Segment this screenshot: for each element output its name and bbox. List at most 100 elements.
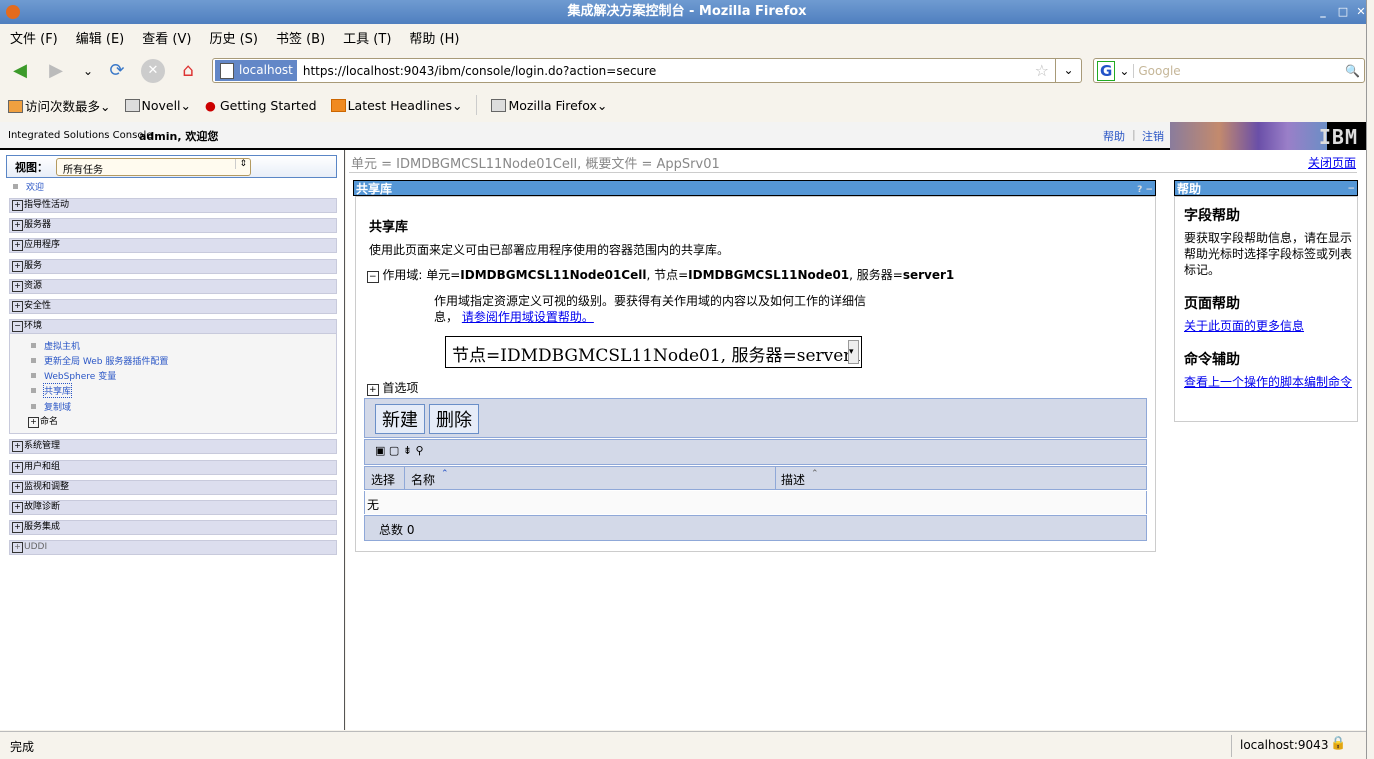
bookmark-novell[interactable]: Novell⌄	[124, 97, 191, 113]
console-header: Integrated Solutions Console admin, 欢迎您 …	[0, 122, 1366, 150]
back-button[interactable]: ◀	[8, 59, 32, 83]
scope-select[interactable]: 节点=IDMDBGMCSL11Node01, 服务器=server1 ▾	[445, 336, 862, 368]
lock-icon[interactable]: 🔒	[1330, 736, 1346, 751]
page-help-link[interactable]: 关于此页面的更多信息	[1184, 318, 1354, 334]
panel-help-minimize-icons[interactable]: ? −	[1137, 182, 1153, 198]
menu-file[interactable]: 文件 (F)	[10, 28, 58, 47]
menu-help[interactable]: 帮助 (H)	[409, 28, 459, 47]
window-title: 集成解决方案控制台 - Mozilla Firefox	[567, 4, 807, 19]
collapse-icon[interactable]: −	[367, 271, 379, 283]
select-all-icon[interactable]: ▣	[375, 444, 385, 457]
divider: |	[1132, 128, 1136, 141]
col-name[interactable]: 名称	[411, 471, 435, 488]
table-tools: ▣ ▢ ⇟ ⚲	[364, 439, 1147, 465]
panel-header: 共享库 ? −	[353, 180, 1156, 196]
history-dropdown-icon[interactable]: ⌄	[76, 59, 100, 83]
stop-button[interactable]: ✕	[141, 59, 165, 83]
scope-help-link[interactable]: 请参阅作用域设置帮助。	[462, 310, 594, 324]
minimize-icon[interactable]: −	[1347, 181, 1355, 197]
nav-naming[interactable]: 命名	[26, 416, 226, 431]
command-assist-link[interactable]: 查看上一个操作的脚本编制命令	[1184, 374, 1354, 390]
bookmark-latest-headlines[interactable]: Latest Headlines⌄	[330, 97, 462, 113]
minimize-button[interactable]: _	[1316, 5, 1330, 19]
preferences-toggle[interactable]: + 首选项	[367, 379, 418, 396]
nav-users-groups[interactable]: 用户和组	[9, 460, 337, 475]
search-bar[interactable]: G ⌄ Google 🔍	[1093, 58, 1365, 83]
engine-dropdown-icon[interactable]: ⌄	[1115, 63, 1135, 78]
new-button[interactable]: 新建	[375, 404, 425, 434]
page-help-title: 页面帮助	[1184, 296, 1240, 312]
nav-welcome[interactable]: 欢迎	[12, 180, 44, 193]
status-host: localhost:9043	[1240, 738, 1329, 752]
nav-virtual-hosts[interactable]: 虚拟主机	[30, 339, 80, 352]
bookmark-star-icon[interactable]: ☆	[1035, 61, 1055, 80]
search-icon[interactable]: 🔍	[1345, 64, 1364, 78]
help-panel-header: 帮助 −	[1174, 180, 1358, 196]
menu-bookmarks[interactable]: 书签 (B)	[276, 28, 325, 47]
bookmark-label: Novell	[141, 97, 181, 113]
nav-shared-libraries[interactable]: 共享库	[30, 383, 73, 398]
menu-tools[interactable]: 工具 (T)	[343, 28, 391, 47]
menu-history[interactable]: 历史 (S)	[209, 28, 258, 47]
sort-icon[interactable]: ⌃	[811, 469, 819, 479]
button-bar: 新建 删除	[364, 398, 1147, 438]
main-content: 单元 = IDMDBGMCSL11Node01Cell, 概要文件 = AppS…	[346, 150, 1366, 730]
field-help-text: 要获取字段帮助信息，请在显示帮助光标时选择字段标签或列表标记。	[1184, 231, 1353, 277]
menu-view[interactable]: 查看 (V)	[142, 28, 191, 47]
nav-monitoring[interactable]: 监视和调整	[9, 480, 337, 495]
divider	[349, 172, 1357, 173]
nav-uddi[interactable]: UDDI	[9, 540, 337, 555]
delete-button[interactable]: 删除	[429, 404, 479, 434]
scope-select-value: 节点=IDMDBGMCSL11Node01, 服务器=server1	[452, 346, 862, 366]
nav-troubleshooting[interactable]: 故障诊断	[9, 500, 337, 515]
bookmark-label: Latest Headlines	[347, 97, 452, 113]
site-identity[interactable]: localhost	[215, 60, 297, 81]
forward-button[interactable]: ▶	[44, 59, 68, 83]
nav-update-plugin[interactable]: 更新全局 Web 服务器插件配置	[30, 354, 168, 367]
search-input[interactable]: Google	[1134, 64, 1345, 78]
bookmark-label: 访问次数最多	[25, 98, 101, 114]
help-link[interactable]: 帮助	[1103, 128, 1125, 144]
bookmark-label: Mozilla Firefox	[508, 97, 597, 113]
nav-services[interactable]: 服务	[9, 259, 337, 274]
deselect-all-icon[interactable]: ▢	[389, 444, 399, 457]
url-bar[interactable]: localhost https://localhost:9043/ibm/con…	[212, 58, 1082, 83]
nav-applications[interactable]: 应用程序	[9, 238, 337, 253]
nav-resources[interactable]: 资源	[9, 279, 337, 294]
logout-link[interactable]: 注销	[1142, 128, 1164, 144]
nav-system-admin[interactable]: 系统管理	[9, 439, 337, 454]
menu-edit[interactable]: 编辑 (E)	[76, 28, 125, 47]
show-filter-icon[interactable]: ⇟	[403, 444, 412, 457]
maximize-button[interactable]: □	[1336, 5, 1350, 19]
url-dropdown-icon[interactable]: ⌄	[1055, 59, 1081, 82]
url-input[interactable]: https://localhost:9043/ibm/console/login…	[297, 64, 1035, 78]
status-bar: 完成 localhost:9043 🔒	[0, 731, 1366, 759]
divider	[775, 467, 776, 489]
nav-replication-domains[interactable]: 复制域	[30, 400, 71, 413]
navigation-toolbar: ◀ ▶ ⌄ ⟳ ✕ ⌂ localhost https://localhost:…	[0, 52, 1374, 90]
bookmark-most-visited[interactable]: 访问次数最多⌄	[8, 96, 111, 115]
view-select[interactable]: 所有任务 ⇕	[56, 158, 251, 176]
nav-websphere-variables[interactable]: WebSphere 变量	[30, 369, 116, 382]
home-button[interactable]: ⌂	[176, 59, 200, 83]
nav-service-integration[interactable]: 服务集成	[9, 520, 337, 535]
bookmark-mozilla-firefox[interactable]: Mozilla Firefox⌄	[491, 98, 607, 113]
close-page-link[interactable]: 关闭页面	[1308, 154, 1356, 171]
nav-guided-activities[interactable]: 指导性活动	[9, 198, 337, 213]
sort-icon[interactable]: ⌃	[441, 469, 449, 479]
separator	[476, 95, 478, 115]
clear-filter-icon[interactable]: ⚲	[416, 444, 424, 457]
table-header: 选择 名称 ⌃ 描述 ⌃	[364, 466, 1147, 490]
nav-environment[interactable]: 环境	[9, 319, 337, 334]
bookmark-getting-started[interactable]: ● Getting Started	[205, 98, 317, 113]
folder-icon	[124, 98, 140, 112]
panel-title: 共享库	[356, 182, 393, 196]
reload-button[interactable]: ⟳	[105, 59, 129, 83]
nav-security[interactable]: 安全性	[9, 299, 337, 314]
nav-servers[interactable]: 服务器	[9, 218, 337, 233]
col-description[interactable]: 描述	[781, 471, 805, 488]
preferences-label: 首选项	[382, 381, 419, 395]
google-engine-icon[interactable]: G	[1097, 60, 1116, 81]
field-help-title: 字段帮助	[1184, 208, 1240, 224]
expand-icon: +	[367, 384, 379, 396]
